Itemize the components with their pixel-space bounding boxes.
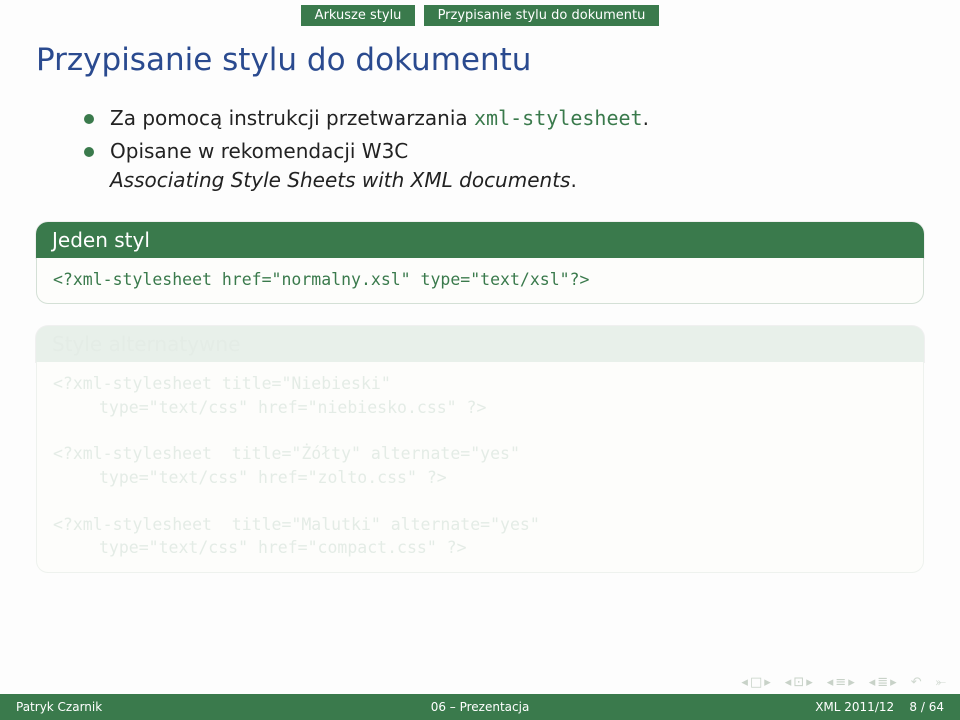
breadcrumb-sub: Przypisanie stylu do dokumentu: [424, 5, 660, 26]
breadcrumb: Arkusze stylu Przypisanie stylu do dokum…: [0, 8, 960, 23]
nav-first[interactable]: ◂□▸: [741, 675, 770, 690]
footer: Patryk Czarnik 06 – Prezentacja XML 2011…: [0, 694, 960, 720]
nav-search[interactable]: ⤜: [936, 675, 946, 690]
inline-code: xml-stylesheet: [474, 106, 643, 130]
footer-author: Patryk Czarnik: [0, 700, 325, 714]
nav-prev-section[interactable]: ◂⊡▸: [785, 675, 813, 690]
breadcrumb-section: Arkusze stylu: [301, 5, 416, 26]
block-body: <?xml-stylesheet href="normalny.xsl" typ…: [36, 258, 924, 304]
slide-content: Przypisanie stylu do dokumentu Za pomocą…: [36, 42, 924, 595]
code-snippet: <?xml-stylesheet title="Niebieski" type=…: [53, 372, 907, 559]
list-item: Opisane w rekomendacji W3C Associating S…: [84, 137, 924, 196]
nav-prev[interactable]: ◂≡▸: [827, 675, 855, 690]
block-title: Jeden styl: [36, 222, 924, 258]
bullet-list: Za pomocą instrukcji przetwarzania xml-s…: [84, 104, 924, 196]
code-block-style-alternatywne: Style alternatywne <?xml-stylesheet titl…: [36, 326, 924, 572]
list-item: Za pomocą instrukcji przetwarzania xml-s…: [84, 104, 924, 134]
nav-back[interactable]: ↶: [911, 675, 922, 690]
page-title: Przypisanie stylu do dokumentu: [36, 42, 924, 78]
footer-title: 06 – Prezentacja: [325, 700, 634, 714]
block-body: <?xml-stylesheet title="Niebieski" type=…: [36, 362, 924, 572]
code-line: <?xml-stylesheet href="normalny.xsl" typ…: [53, 268, 907, 291]
nav-next[interactable]: ◂≣▸: [869, 675, 897, 690]
footer-page: XML 2011/12 8 / 64: [635, 700, 960, 714]
block-title: Style alternatywne: [36, 326, 924, 362]
code-block-jeden-styl: Jeden styl <?xml-stylesheet href="normal…: [36, 222, 924, 304]
citation-title: Associating Style Sheets with XML docume…: [110, 168, 570, 192]
nav-controls: ◂□▸ ◂⊡▸ ◂≡▸ ◂≣▸ ↶ ⤜: [741, 675, 946, 690]
